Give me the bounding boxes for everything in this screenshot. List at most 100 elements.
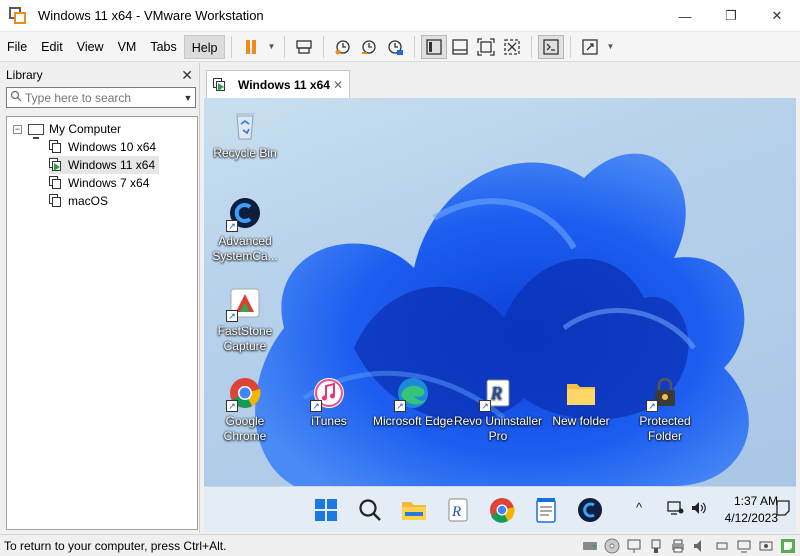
menu-tabs[interactable]: Tabs [143,35,183,59]
faststone-capture-icon: ↗ [226,286,262,322]
menu-help[interactable]: Help [183,34,226,59]
network-adapter-icon[interactable] [626,538,642,554]
sound-card-icon[interactable] [692,538,708,554]
message-log-icon[interactable] [780,538,796,554]
guest-taskbar: R ^ 1:37 AM 4/12/2023 [204,486,796,532]
unity-button[interactable] [499,35,525,59]
taskbar-notepad[interactable] [532,496,560,524]
virtual-machine-icon [49,176,62,190]
minimize-button[interactable]: — [662,0,708,32]
printer-icon[interactable] [670,538,686,554]
system-clock[interactable]: 1:37 AM 4/12/2023 [725,493,778,527]
tree-item-windows-7[interactable]: Windows 7 x64 [49,174,153,192]
collapse-icon[interactable]: − [13,124,22,134]
menu-vm[interactable]: VM [111,35,144,59]
desktop-icon-faststone-capture[interactable]: ↗ FastStone Capture [204,286,287,354]
guest-desktop[interactable]: Recycle Bin ↗ Advanced SystemCa... ↗ Fas… [204,98,796,486]
desktop-icon-revo-uninstaller[interactable]: R ↗ Revo Uninstaller Pro [453,376,543,444]
tree-item-windows-11[interactable]: Windows 11 x64 [49,156,160,174]
stretch-dropdown[interactable]: ▼ [603,35,617,59]
tree-item-macos[interactable]: macOS [49,192,112,210]
library-close-button[interactable]: ✕ [181,67,193,84]
display-icon[interactable] [736,538,752,554]
usb-icon[interactable] [648,538,664,554]
pause-button[interactable] [238,35,264,59]
computer-icon [28,123,44,139]
shared-folders-icon[interactable] [758,538,774,554]
console-view-button[interactable] [538,34,565,59]
desktop-icon-microsoft-edge[interactable]: ↗ Microsoft Edge [371,376,455,429]
network-icon[interactable] [666,499,684,520]
library-search-input[interactable] [25,90,181,105]
tab-windows-11[interactable]: Windows 11 x64 ✕ [206,70,350,98]
stretch-button[interactable] [577,35,603,59]
snapshot-manager-icon [388,39,404,55]
taskbar-advanced-systemcare[interactable] [576,496,604,524]
taskbar-chrome[interactable] [488,496,516,524]
volume-icon[interactable] [690,499,708,520]
menu-view[interactable]: View [70,35,111,59]
revert-snapshot-button[interactable] [356,35,382,59]
cd-dvd-icon[interactable] [604,538,620,554]
shortcut-arrow-icon: ↗ [394,400,406,412]
tree-item-windows-10[interactable]: Windows 10 x64 [49,138,160,156]
desktop-icon-google-chrome[interactable]: ↗ Google Chrome [204,376,287,444]
desktop-icon-label: FastStone Capture [217,324,273,353]
show-library-button[interactable] [421,34,448,59]
tab-close-button[interactable]: ✕ [333,78,343,92]
usb-device-icon[interactable] [714,538,730,554]
toolbar-separator [231,35,233,58]
revert-snapshot-icon [362,39,377,54]
advanced-systemcare-icon: ↗ [226,196,262,232]
window-controls: — ❐ ✕ [662,0,800,32]
search-icon [359,499,381,521]
taskbar-revo-uninstaller[interactable]: R [444,496,472,524]
notepad-icon [536,498,556,523]
unity-icon [504,38,521,55]
file-explorer-icon [402,502,426,520]
running-vm-icon [49,158,62,172]
desktop-icon-label: Microsoft Edge [372,414,454,428]
desktop-icon-advanced-systemcare[interactable]: ↗ Advanced SystemCa... [204,196,287,264]
taskbar-search-button[interactable] [356,496,384,524]
desktop-icon-recycle-bin[interactable]: Recycle Bin [204,108,287,161]
desktop-icon-new-folder[interactable]: New folder [539,376,623,429]
device-status-icons [582,538,796,554]
vm-tab-bar: Windows 11 x64 ✕ [202,66,800,98]
toolbar-separator [284,35,286,58]
desktop-icon-itunes[interactable]: ↗ iTunes [287,376,371,429]
tree-item-label: macOS [68,194,109,208]
snapshot-manager-button[interactable] [382,35,408,59]
desktop-icon-label: Revo Uninstaller Pro [453,414,543,443]
menu-edit[interactable]: Edit [34,35,70,59]
notification-icon[interactable] [776,500,790,519]
send-ctrl-alt-del-button[interactable] [291,35,317,59]
search-icon [7,90,25,105]
window-title: Windows 11 x64 - VMware Workstation [38,8,264,23]
taskbar-file-explorer[interactable] [400,496,428,524]
library-tree: − My Computer Windows 10 x64 Windows 11 … [6,116,198,530]
tree-item-label: Windows 7 x64 [68,176,150,190]
shortcut-arrow-icon: ↗ [646,400,658,412]
search-dropdown-arrow[interactable]: ▼ [181,93,195,103]
library-search-box: ▼ [6,87,196,108]
thumbnail-bar-button[interactable] [447,35,473,59]
status-message: To return to your computer, press Ctrl+A… [4,538,227,553]
advanced-systemcare-icon [578,498,602,522]
desktop-icon-protected-folder[interactable]: ↗ Protected Folder [623,376,707,444]
menu-file[interactable]: File [0,35,34,59]
full-screen-button[interactable] [473,35,499,59]
take-snapshot-button[interactable] [330,35,356,59]
maximize-button[interactable]: ❐ [708,0,754,32]
power-dropdown[interactable]: ▼ [264,35,278,59]
shortcut-arrow-icon: ↗ [226,220,238,232]
tree-item-my-computer[interactable]: − My Computer [13,120,121,139]
desktop-icon-label: Recycle Bin [213,146,277,160]
clock-date: 4/12/2023 [724,511,778,525]
stretch-icon [582,38,599,55]
start-button[interactable] [312,496,340,524]
tray-overflow-chevron[interactable]: ^ [636,500,642,515]
close-button[interactable]: ✕ [754,0,800,32]
hard-disk-icon[interactable] [582,538,598,554]
send-ctrl-alt-del-icon [296,39,313,54]
